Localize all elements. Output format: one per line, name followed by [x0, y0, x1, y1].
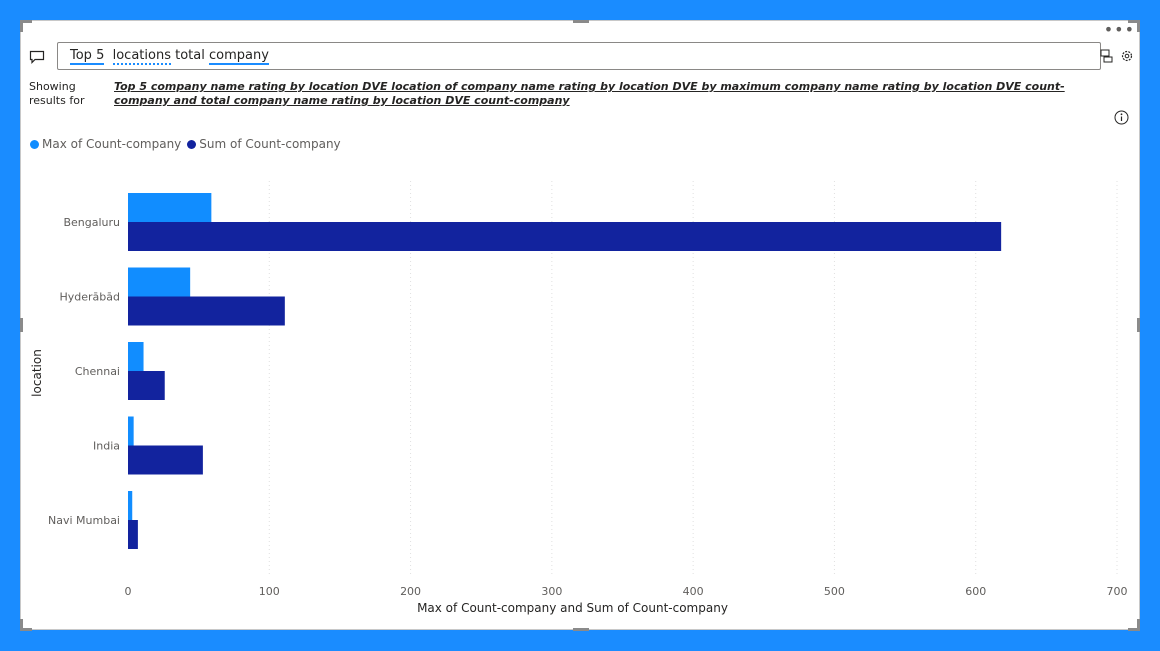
y-category-label: Chennai [75, 365, 120, 378]
bar-max[interactable] [128, 193, 212, 222]
resize-handle-right[interactable] [1137, 318, 1140, 332]
bar-sum[interactable] [128, 371, 165, 400]
visual-container[interactable]: ••• Top 5 locations total company Showin… [20, 20, 1140, 630]
y-category-label: Bengaluru [63, 216, 120, 229]
bar-sum[interactable] [128, 445, 203, 475]
bar-sum[interactable] [128, 222, 1002, 251]
x-tick-label: 0 [125, 585, 132, 598]
bar-chart: 0 100 200 300 400 500 600 700 Bengaluru Hyderābād… [30, 181, 1128, 615]
x-tick-label: 700 [1107, 585, 1128, 598]
x-tick-label: 600 [965, 585, 986, 598]
x-tick-label: 200 [400, 585, 421, 598]
x-tick-label: 300 [541, 585, 562, 598]
y-category-label: Navi Mumbai [48, 514, 120, 527]
bar-max[interactable] [128, 416, 134, 446]
resize-handle-bottom[interactable] [573, 628, 589, 631]
bar-max[interactable] [128, 342, 144, 371]
bar-sum[interactable] [128, 520, 138, 549]
x-axis-title: Max of Count-company and Sum of Count-co… [417, 601, 728, 615]
x-tick-label: 500 [824, 585, 845, 598]
y-axis-title: location [30, 349, 44, 397]
bar-max[interactable] [128, 491, 133, 520]
x-tick-label: 100 [259, 585, 280, 598]
y-category-label: India [93, 440, 120, 453]
resize-handle-left[interactable] [20, 318, 23, 332]
bar-sum[interactable] [128, 296, 285, 326]
resize-handle-tl-v[interactable] [20, 20, 23, 32]
resize-handle-br-v[interactable] [1137, 619, 1140, 631]
resize-handle-tr-v[interactable] [1137, 20, 1140, 32]
y-category-label: Hyderābād [60, 291, 121, 304]
bar-max[interactable] [128, 267, 191, 297]
resize-handle-bl-v[interactable] [20, 619, 23, 631]
resize-handle-top[interactable] [573, 20, 589, 23]
x-tick-label: 400 [683, 585, 704, 598]
